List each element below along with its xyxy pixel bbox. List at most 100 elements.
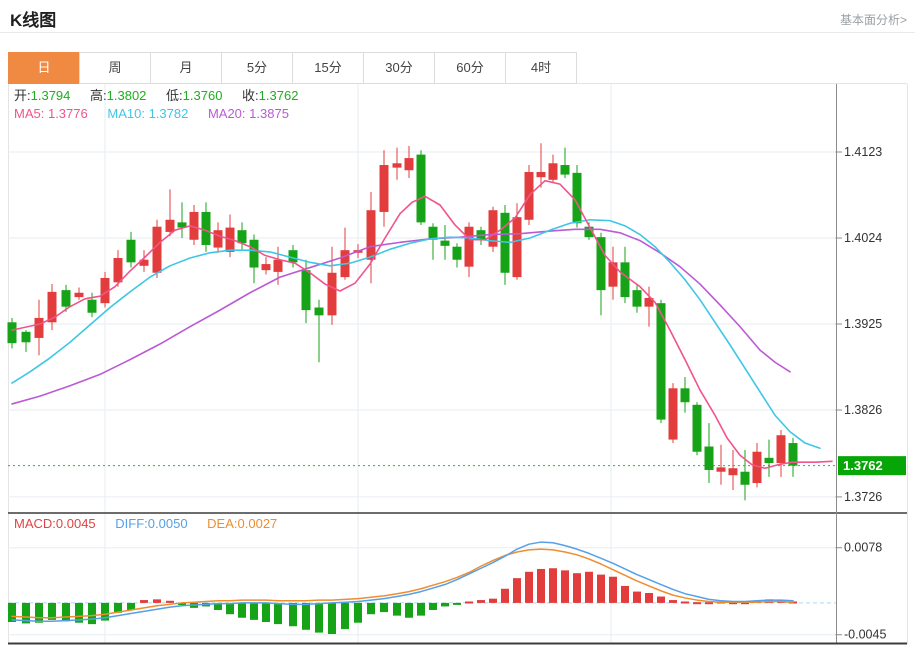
price-tick-label: 1.3726 [844, 490, 882, 504]
candle-body [202, 212, 211, 245]
tab-month[interactable]: 月 [150, 52, 222, 84]
macd-bar [62, 603, 70, 621]
macd-bar [315, 603, 323, 633]
macd-bar [140, 600, 148, 603]
macd-bar [561, 570, 569, 603]
candle-body [405, 158, 414, 170]
macd-bar [513, 578, 521, 603]
tab-day[interactable]: 日 [8, 52, 80, 84]
candle-body [717, 467, 726, 471]
candle-body [62, 290, 71, 307]
macd-bar [585, 572, 593, 603]
candle-body [166, 220, 175, 232]
candle-body [681, 388, 690, 402]
kline-chart[interactable]: 1.4123 1.4024 1.3925 1.3826 1.3726 0.0078 -0.0… [0, 84, 915, 647]
macd-tick-label: -0.0045 [844, 628, 886, 642]
candle-body [729, 468, 738, 475]
macd-bar [633, 592, 641, 603]
tab-60min[interactable]: 60分 [434, 52, 506, 84]
macd-bar [226, 603, 234, 614]
candle-body [380, 165, 389, 212]
candle-body [274, 260, 283, 272]
ohlc-legend: 开:1.3794 高:1.3802 低:1.3760 收:1.3762 [14, 88, 314, 104]
tab-15min[interactable]: 15分 [292, 52, 364, 84]
macd-bar [453, 603, 461, 605]
ma-legend: MA5: 1.3776 MA10: 1.3782 MA20: 1.3875 [14, 106, 305, 122]
macd-bar [405, 603, 413, 618]
macd-bar [657, 597, 665, 603]
macd-bar [88, 603, 96, 624]
candle-body [393, 163, 402, 167]
tab-5min[interactable]: 5分 [221, 52, 293, 84]
ma5-value: MA5: 1.3776 [14, 106, 88, 121]
candle-body [238, 230, 247, 243]
macd-bar [250, 603, 258, 620]
candle-body [741, 472, 750, 485]
ma10-value: MA10: 1.3782 [107, 106, 188, 121]
candle-body [465, 227, 474, 267]
macd-bar [262, 603, 270, 622]
macd-bar [549, 568, 557, 603]
macd-bar [417, 603, 425, 616]
candle-body [153, 227, 162, 273]
price-tick-label: 1.4024 [844, 231, 882, 245]
open-value: 开:1.3794 [14, 88, 70, 103]
tab-week[interactable]: 周 [79, 52, 151, 84]
close-value: 收:1.3762 [242, 88, 298, 103]
macd-bar [501, 589, 509, 603]
candle-body [114, 258, 123, 282]
macd-bar [537, 569, 545, 603]
candle-body [417, 155, 426, 223]
last-price-badge-label: 1.3762 [843, 458, 883, 473]
macd-bar [621, 586, 629, 603]
candle-body [765, 458, 774, 463]
macd-bar [489, 599, 497, 603]
macd-bar [645, 593, 653, 603]
fundamental-analysis-link[interactable]: 基本面分析> [840, 11, 907, 28]
high-value: 高:1.3802 [90, 88, 146, 103]
candle-body [441, 241, 450, 246]
macd-bar [302, 603, 310, 630]
candle-body [262, 264, 271, 270]
macd-bar [525, 572, 533, 603]
candle-body [214, 230, 223, 247]
macd-bar [153, 599, 161, 603]
candle-body [88, 300, 97, 313]
candle-body [513, 217, 522, 277]
macd-tick-label: 0.0078 [844, 541, 882, 555]
macd-bar [166, 601, 174, 603]
candle-body [669, 388, 678, 439]
tabbar-filler [577, 52, 907, 84]
macd-bar [274, 603, 282, 624]
macd-bar [367, 603, 375, 614]
candle-body [561, 165, 570, 175]
price-tick-label: 1.3826 [844, 403, 882, 417]
macd-bar [393, 603, 401, 616]
candle-body [621, 262, 630, 297]
candle-body [35, 318, 44, 338]
header-divider [0, 32, 915, 33]
macd-legend: MACD:0.0045 DIFF:0.0050 DEA:0.0027 [14, 516, 293, 532]
macd-bar [354, 603, 362, 623]
macd-bar [380, 603, 388, 612]
low-value: 低:1.3760 [166, 88, 222, 103]
macd-bar [238, 603, 246, 618]
tab-4hour[interactable]: 4时 [505, 52, 577, 84]
page-title: K线图 [10, 6, 56, 31]
candle-body [250, 240, 259, 268]
diff-value: DIFF:0.0050 [115, 516, 187, 531]
macd-bar [609, 577, 617, 603]
price-tick-label: 1.3925 [844, 317, 882, 331]
candle-body [777, 435, 786, 463]
candle-body [705, 447, 714, 470]
tab-30min[interactable]: 30分 [363, 52, 435, 84]
macd-bar [441, 603, 449, 607]
macd-bar [465, 601, 473, 603]
ma20-value: MA20: 1.3875 [208, 106, 289, 121]
macd-bar [289, 603, 297, 626]
macd-bar [669, 600, 677, 603]
price-tick-label: 1.4123 [844, 145, 882, 159]
macd-bar [705, 602, 713, 604]
candle-body [75, 293, 84, 297]
candle-body [315, 308, 324, 316]
